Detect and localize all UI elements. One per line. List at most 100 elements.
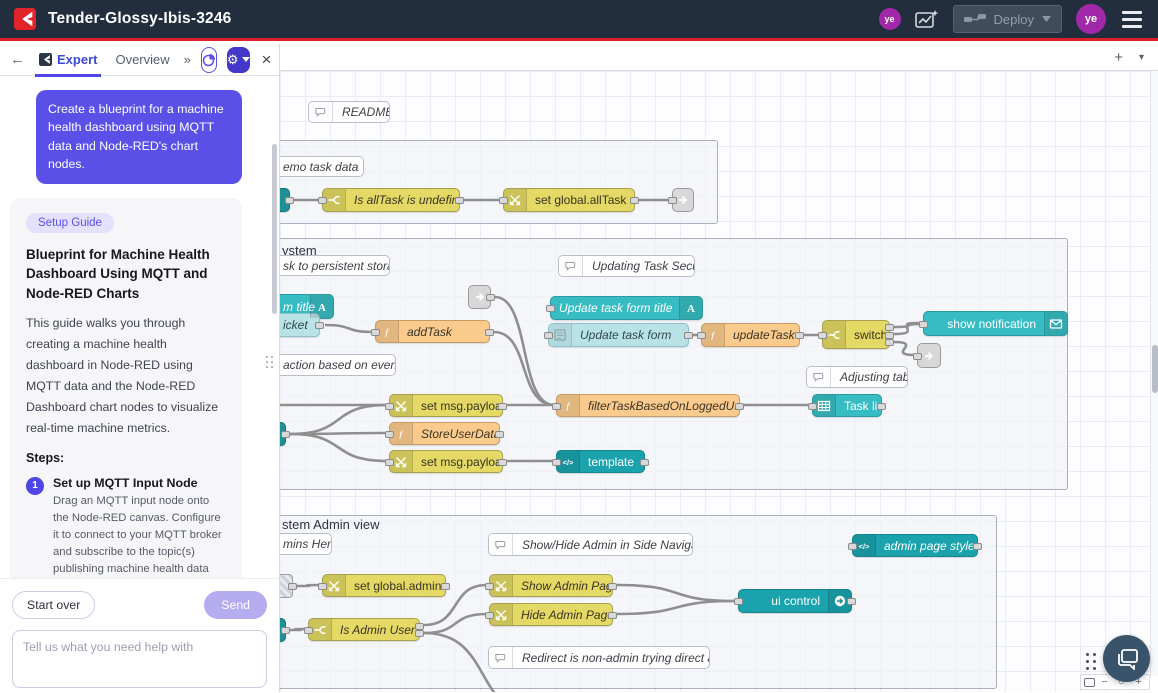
input-port[interactable] — [304, 627, 313, 634]
output-port[interactable] — [498, 403, 507, 410]
comment-persistent-storage[interactable]: sk to persistent storage — [280, 255, 390, 276]
output-port[interactable] — [608, 612, 617, 619]
node-ui-control[interactable]: ui control — [738, 589, 852, 613]
more-tabs-icon[interactable]: » — [184, 52, 191, 67]
node-link-2[interactable] — [468, 285, 491, 309]
flow-canvas[interactable]: ystemstem Admin viewREADMEemo task datas… — [280, 71, 1150, 692]
insights-button[interactable] — [201, 47, 217, 73]
node-update-task-form-title[interactable]: AUpdate task form title — [550, 296, 703, 320]
add-flow-button[interactable]: + — [1114, 50, 1123, 65]
canvas-vertical-scrollbar[interactable] — [1150, 71, 1158, 676]
flow-list-caret-icon[interactable]: ▾ — [1139, 52, 1144, 63]
canvas-scrollbar-thumb[interactable] — [1152, 345, 1158, 393]
output-port[interactable] — [415, 623, 424, 630]
input-port[interactable] — [848, 543, 857, 550]
output-port[interactable] — [684, 332, 693, 339]
output-port[interactable] — [495, 431, 504, 438]
minimap-icon[interactable] — [1084, 678, 1095, 687]
settings-button[interactable]: ⚙ — [227, 47, 250, 73]
node-is-alltask-undefined[interactable]: Is allTask is undefined — [322, 188, 460, 212]
sidebar-resize-grip[interactable] — [266, 356, 273, 368]
output-port[interactable] — [281, 627, 290, 634]
input-port[interactable] — [385, 459, 394, 466]
node-set-msg-payload-1[interactable]: set msg.payload — [389, 394, 503, 417]
comment-action-based-on-event[interactable]: action based on event — [280, 354, 396, 376]
input-port[interactable] — [552, 459, 561, 466]
input-port[interactable] — [499, 197, 508, 204]
input-port[interactable] — [485, 612, 494, 619]
output-port[interactable] — [486, 294, 495, 301]
comment-demo-task-data[interactable]: emo task data — [280, 156, 364, 177]
input-port[interactable] — [734, 598, 743, 605]
output-port[interactable] — [498, 459, 507, 466]
input-port[interactable] — [385, 431, 394, 438]
node-addtask[interactable]: ƒaddTask — [375, 320, 490, 343]
node-admin-page-style[interactable]: </>admin page style — [852, 534, 978, 557]
node-show-notification[interactable]: show notification — [923, 311, 1068, 336]
input-port[interactable] — [697, 332, 706, 339]
output-port[interactable] — [281, 431, 290, 438]
chat-input[interactable] — [12, 630, 267, 688]
output-port[interactable] — [315, 322, 324, 329]
output-port[interactable] — [441, 583, 450, 590]
back-arrow-icon[interactable]: ← — [10, 51, 25, 68]
output-port[interactable] — [630, 197, 639, 204]
node-hatched-inject[interactable] — [280, 574, 293, 598]
sidebar-scrollbar-thumb[interactable] — [272, 144, 277, 314]
ai-assistant-icon[interactable] — [915, 9, 939, 29]
deploy-button[interactable]: Deploy — [953, 5, 1062, 33]
send-button[interactable]: Send — [204, 591, 267, 619]
node-set-msg-payload-2[interactable]: set msg.payload — [389, 450, 503, 473]
node-task-list[interactable]: Task list — [812, 394, 882, 417]
node-set-global-admins[interactable]: set global.admins — [322, 574, 446, 597]
tab-overview[interactable]: Overview — [111, 44, 173, 76]
comment-redirect-non-admin[interactable]: Redirect is non-admin trying direct acce… — [488, 646, 710, 669]
chat-fab-drag-grip[interactable] — [1086, 653, 1096, 670]
comment-adjusting-table[interactable]: Adjusting table — [806, 366, 908, 388]
output-port[interactable] — [640, 459, 649, 466]
node-is-admin-user[interactable]: Is Admin User? — [308, 618, 420, 641]
start-over-button[interactable]: Start over — [12, 591, 95, 619]
input-port[interactable] — [544, 332, 553, 339]
comment-readme[interactable]: README — [308, 101, 390, 123]
node-hide-admin-page[interactable]: Hide Admin Page — [489, 603, 613, 626]
input-port[interactable] — [818, 332, 827, 339]
node-link-out-2[interactable] — [917, 343, 941, 368]
node-updatetask[interactable]: ƒupdateTask — [701, 323, 800, 347]
output-port[interactable] — [415, 630, 424, 637]
zoom-out-button[interactable]: − — [1097, 675, 1112, 689]
output-port[interactable] — [288, 583, 297, 590]
tab-expert[interactable]: Expert — [35, 44, 101, 76]
output-port[interactable] — [735, 403, 744, 410]
input-port[interactable] — [668, 197, 677, 204]
comment-updating-task-securely[interactable]: Updating Task Securely — [558, 255, 695, 277]
output-port[interactable] — [847, 598, 856, 605]
input-port[interactable] — [919, 321, 928, 328]
assistant-chat-fab[interactable] — [1103, 635, 1150, 682]
avatar-large[interactable]: ye — [1076, 4, 1106, 34]
avatar-small[interactable]: ye — [879, 8, 901, 30]
comment-show-hide-admin[interactable]: Show/Hide Admin in Side Navigation — [488, 533, 693, 556]
close-panel-icon[interactable]: × — [262, 50, 272, 70]
output-port[interactable] — [973, 543, 982, 550]
input-port[interactable] — [318, 197, 327, 204]
comment-admins-here[interactable]: mins Here — [280, 533, 332, 555]
output-port[interactable] — [885, 339, 894, 346]
output-port[interactable] — [455, 197, 464, 204]
node-template[interactable]: </>template — [556, 450, 645, 473]
node-stub-3[interactable] — [280, 618, 286, 642]
node-show-admin-page[interactable]: Show Admin Page — [489, 574, 613, 597]
node-link-stub-1[interactable] — [280, 188, 290, 212]
input-port[interactable] — [371, 329, 380, 336]
node-update-task-form[interactable]: Update task form — [548, 323, 689, 347]
output-port[interactable] — [285, 197, 294, 204]
output-port[interactable] — [885, 332, 894, 339]
output-port[interactable] — [795, 332, 804, 339]
node-set-global-alltask[interactable]: set global.allTask — [503, 188, 635, 212]
main-menu-icon[interactable] — [1120, 9, 1144, 30]
node-storeuserdata[interactable]: ƒStoreUserData — [389, 422, 500, 445]
node-filtertask[interactable]: ƒfilterTaskBasedOnLoggedUser — [556, 394, 740, 417]
input-port[interactable] — [552, 403, 561, 410]
input-port[interactable] — [808, 403, 817, 410]
input-port[interactable] — [485, 583, 494, 590]
